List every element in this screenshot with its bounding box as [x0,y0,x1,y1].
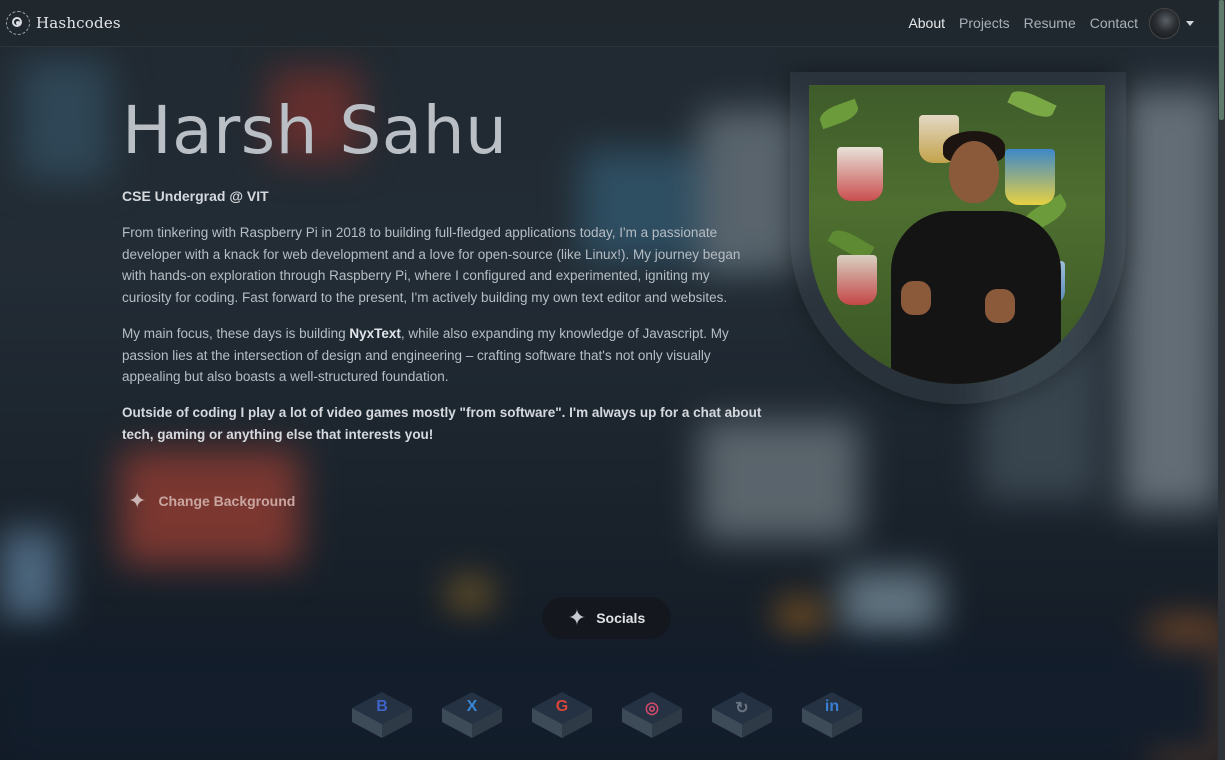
bio-paragraph-1: From tinkering with Raspberry Pi in 2018… [122,225,741,305]
caret-down-icon [1186,21,1194,26]
nav-links: About Projects Resume Contact [908,0,1138,46]
hero-name: Harsh Sahu [122,92,508,169]
social-link-linkedin[interactable]: in [800,690,864,740]
google-icon: G [555,698,569,715]
bio-paragraph-2-start: My main focus, these days is building [122,326,350,341]
social-link-sync[interactable]: ↻ [710,690,774,740]
linkedin-icon: in [824,698,840,715]
profile-photo [809,85,1105,384]
page-scrollbar[interactable] [1218,0,1225,760]
brand[interactable]: Hashcodes [6,11,121,35]
social-link-behance[interactable]: B [350,690,414,740]
social-link-x[interactable]: X [440,690,504,740]
profile-menu[interactable] [1149,8,1194,39]
top-navbar: Hashcodes About Projects Resume Contact [0,0,1218,47]
nav-link-about[interactable]: About [908,15,945,31]
x-icon: X [466,698,478,715]
social-link-instagram[interactable]: ◎ [620,690,684,740]
sparkle-icon: ✦ [567,605,587,630]
behance-icon: B [376,698,388,715]
nav-link-contact[interactable]: Contact [1090,15,1138,31]
nav-link-projects[interactable]: Projects [959,15,1010,31]
nyxtext-highlight: NyxText [349,326,401,341]
hashcodes-logo-icon [6,11,30,35]
nav-link-resume[interactable]: Resume [1024,15,1076,31]
brand-name: Hashcodes [36,14,121,32]
bio-paragraph-3: Outside of coding I play a lot of video … [122,405,762,442]
avatar [1149,8,1180,39]
scrollbar-thumb[interactable] [1219,0,1224,120]
socials-label: Socials [596,610,646,626]
change-background-button[interactable]: ✦ Change Background [124,486,299,516]
hero-tagline: CSE Undergrad @ VIT [122,188,269,204]
bio-paragraph-2: My main focus, these days is building Ny… [122,323,762,388]
change-background-label: Change Background [158,493,296,509]
sparkle-icon: ✦ [128,488,147,513]
social-link-google[interactable]: G [530,690,594,740]
instagram-icon: ◎ [645,700,659,717]
sync-icon: ↻ [735,700,749,717]
socials-button[interactable]: ✦ Socials [542,597,671,639]
